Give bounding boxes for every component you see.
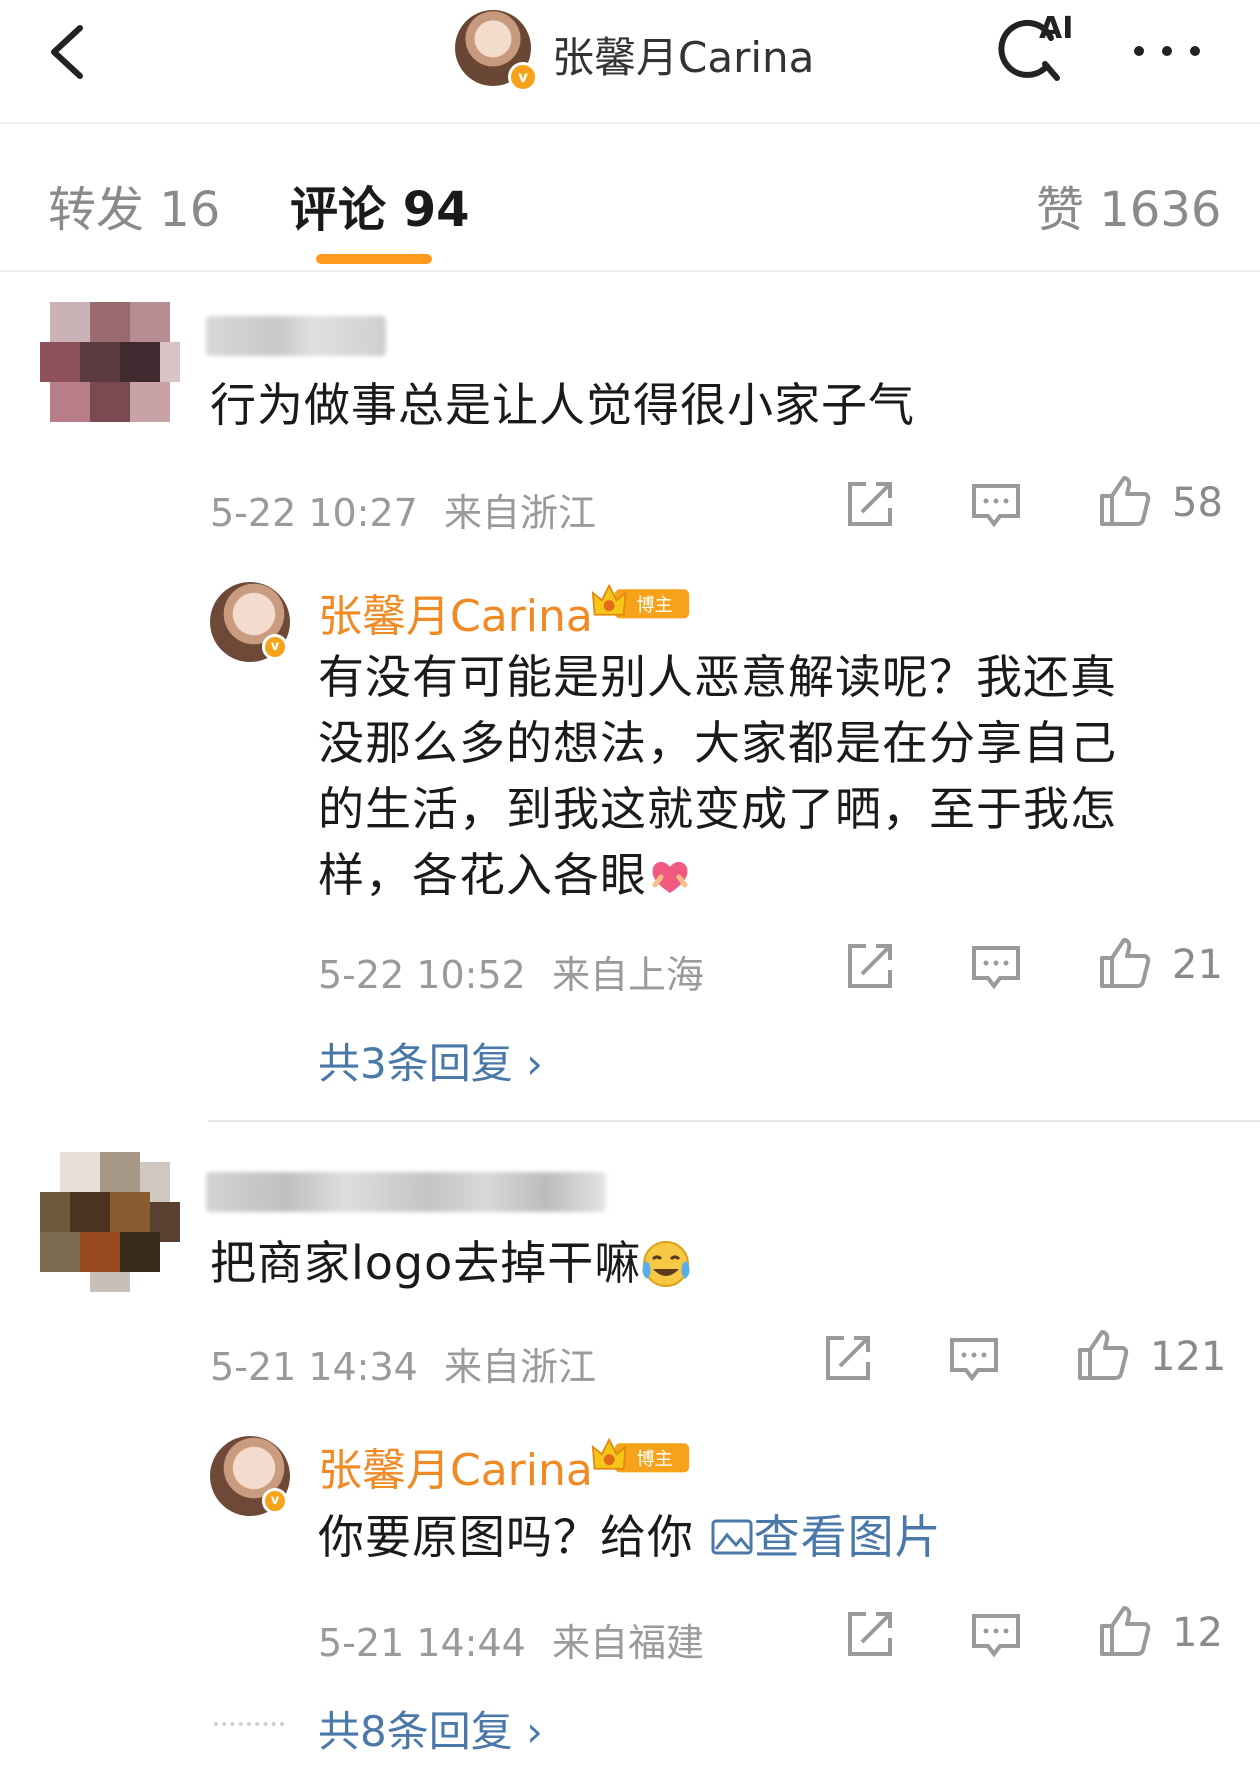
thumbs-up-icon	[1100, 938, 1151, 988]
comment-meta: 5-22 10:27 来自浙江	[210, 482, 596, 537]
view-image-link[interactable]: 查看图片	[710, 1510, 942, 1564]
reply-text: 有没有可能是别人恶意解读呢？我还真 没那么多的想法，大家都是在分享自己 的生活，…	[318, 644, 1117, 908]
reply-author-name[interactable]: 张馨月Carina	[318, 1434, 593, 1498]
repost-icon	[826, 1336, 870, 1380]
blogger-badge: 博主	[591, 1437, 690, 1473]
comment-time: 5-21 14:34	[210, 1345, 418, 1389]
verified-badge: v	[262, 634, 288, 660]
reply-text-line: 的生活，到我这就变成了晒，至于我怎	[318, 782, 1117, 836]
like-count: 21	[1172, 942, 1223, 988]
active-tab-indicator	[316, 254, 432, 264]
repost-button[interactable]	[842, 1606, 898, 1662]
heart-emoji-icon	[652, 861, 688, 893]
repost-button[interactable]	[842, 938, 898, 994]
comment-button[interactable]	[968, 938, 1024, 994]
blogger-badge: 博主	[591, 583, 690, 619]
repost-icon	[848, 1612, 892, 1656]
user-avatar-pixelated[interactable]	[40, 292, 180, 432]
like-button[interactable]	[1096, 472, 1152, 528]
top-bar: v 张馨月Carina AI	[0, 0, 1260, 124]
tab-comments[interactable]: 评论 94	[290, 170, 470, 240]
reply-time: 5-21 14:44	[318, 1621, 526, 1665]
repost-button[interactable]	[820, 1330, 876, 1386]
more-button[interactable]	[1128, 20, 1208, 78]
tab-likes[interactable]: 赞 1636	[1036, 170, 1221, 240]
reply-text-line: 样，各花入各眼	[318, 848, 647, 902]
image-icon	[711, 1519, 753, 1555]
comment-button[interactable]	[968, 1606, 1024, 1662]
like-count: 58	[1172, 480, 1223, 526]
comment-location: 来自浙江	[443, 1345, 596, 1389]
comment-button[interactable]	[968, 476, 1024, 532]
comment-time: 5-22 10:27	[210, 491, 418, 535]
reply-time: 5-22 10:52	[318, 953, 526, 997]
thumbs-up-icon	[1100, 476, 1151, 526]
dotted-separator	[214, 1722, 284, 1726]
verified-badge: v	[508, 62, 538, 92]
reply-location: 来自上海	[551, 953, 704, 997]
more-replies-link[interactable]: 共3条回复 ›	[318, 1030, 543, 1091]
tab-bar: 转发 16 评论 94 赞 1636	[0, 122, 1260, 272]
ai-search-button[interactable]: AI	[995, 8, 1081, 90]
reply-text-line: 没那么多的想法，大家都是在分享自己	[318, 716, 1117, 770]
comment-text: 行为做事总是让人觉得很小家子气	[210, 378, 915, 432]
like-count: 12	[1172, 1610, 1223, 1656]
ai-search-icon: AI	[998, 11, 1073, 81]
comment-location: 来自浙江	[443, 491, 596, 535]
username-blurred[interactable]	[206, 1172, 606, 1212]
like-button[interactable]	[1096, 1602, 1152, 1658]
comment-meta: 5-21 14:34 来自浙江	[210, 1336, 596, 1391]
reply-meta: 5-22 10:52 来自上海	[318, 944, 704, 999]
reply-text: 你要原图吗？给你 查看图片	[318, 1510, 942, 1564]
thumbs-up-icon	[1078, 1330, 1129, 1380]
like-button[interactable]	[1074, 1326, 1130, 1382]
like-count: 121	[1150, 1334, 1227, 1380]
repost-icon	[848, 944, 892, 988]
comment-text: 把商家logo去掉干嘛	[210, 1230, 691, 1296]
reply-text-line: 有没有可能是别人恶意解读呢？我还真	[318, 650, 1117, 704]
reply-meta: 5-21 14:44 来自福建	[318, 1612, 704, 1667]
reply-location: 来自福建	[551, 1621, 704, 1665]
back-chevron-icon	[51, 25, 83, 79]
ai-label: AI	[1039, 11, 1073, 46]
repost-icon	[848, 482, 892, 526]
divider	[208, 1120, 1260, 1122]
username-blurred[interactable]	[206, 316, 386, 356]
laughing-crying-emoji-icon	[642, 1241, 690, 1287]
more-dots-icon	[1134, 46, 1144, 56]
comment-icon	[972, 484, 1020, 528]
reply-author-name[interactable]: 张馨月Carina	[318, 580, 593, 644]
blogger-badge-label: 博主	[636, 1449, 672, 1470]
repost-button[interactable]	[842, 476, 898, 532]
blogger-badge-label: 博主	[636, 595, 672, 616]
comment-icon	[972, 946, 1020, 990]
tab-reposts[interactable]: 转发 16	[48, 170, 220, 240]
thumbs-up-icon	[1100, 1606, 1151, 1656]
user-avatar-pixelated[interactable]	[40, 1152, 180, 1292]
more-replies-link[interactable]: 共8条回复 ›	[318, 1698, 543, 1759]
comment-button[interactable]	[946, 1330, 1002, 1386]
page-title: 张馨月Carina	[552, 33, 815, 82]
back-button[interactable]	[40, 22, 100, 82]
like-button[interactable]	[1096, 934, 1152, 990]
comment-icon	[950, 1338, 998, 1382]
verified-badge: v	[262, 1488, 288, 1514]
comment-icon	[972, 1614, 1020, 1658]
